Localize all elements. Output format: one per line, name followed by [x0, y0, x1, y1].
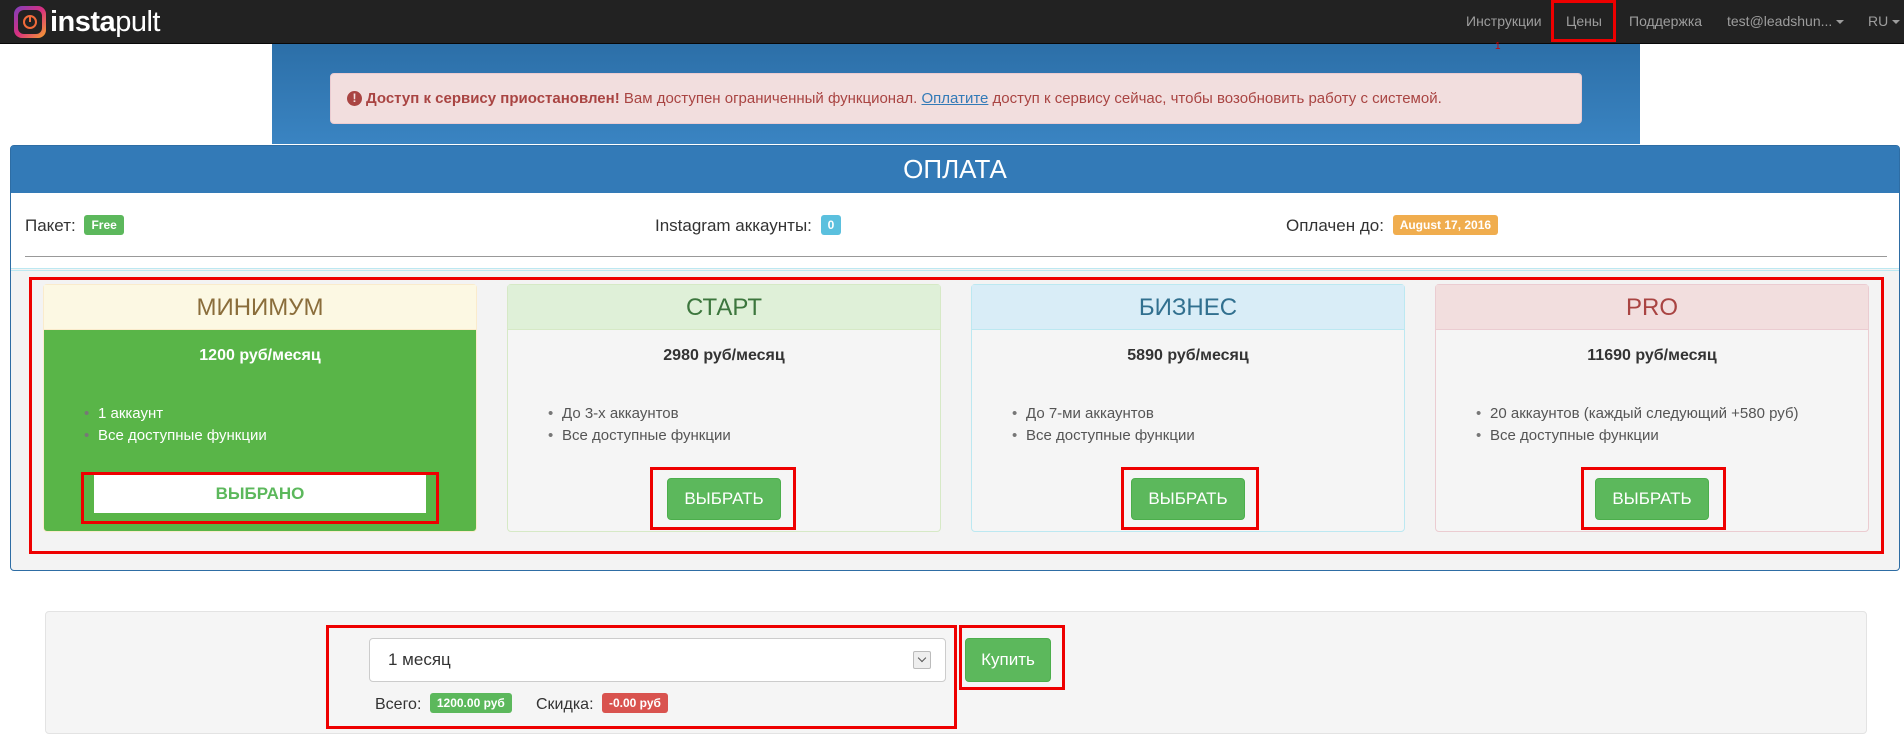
- panel-title: ОПЛАТА: [11, 146, 1899, 193]
- user-email: test@leadshun...: [1727, 13, 1833, 29]
- plan-price: 5890 руб/месяц: [1127, 347, 1249, 364]
- plan-card-pro: PRO 11690 руб/месяц 20 аккаунтов (каждый…: [1435, 284, 1869, 532]
- plan-name: PRO: [1436, 285, 1868, 330]
- alert-title: Доступ к сервису приостановлен!: [366, 90, 620, 107]
- plan-feature: Все доступные функции: [1476, 425, 1868, 447]
- plan-feature: Все доступные функции: [548, 425, 940, 447]
- language-label: RU: [1868, 13, 1889, 29]
- annotation-number: 1: [1495, 41, 1501, 52]
- suspension-alert: ! Доступ к сервису приостановлен! Вам дос…: [330, 73, 1582, 124]
- choose-business-button[interactable]: ВЫБРАТЬ: [1131, 478, 1245, 520]
- logo[interactable]: instapult: [14, 6, 160, 38]
- exclamation-circle-icon: !: [347, 91, 362, 106]
- plan-price: 1200 руб/месяц: [199, 347, 321, 364]
- plan-features: До 7-ми аккаунтов Все доступные функции: [972, 403, 1404, 447]
- plans-area: МИНИМУМ 1200 руб/месяц 1 аккаунт Все дос…: [11, 270, 1899, 570]
- total-badge: 1200.00 руб: [429, 693, 512, 713]
- accounts-info: Instagram аккаунты: 0: [655, 215, 842, 236]
- nav-instructions[interactable]: Инструкции: [1466, 0, 1542, 44]
- plan-name: СТАРТ: [508, 285, 940, 330]
- plan-feature: 1 аккаунт: [84, 403, 476, 425]
- discount-info: Скидка: -0.00 руб: [536, 693, 668, 714]
- plan-feature: Все доступные функции: [84, 425, 476, 447]
- period-select[interactable]: 1 месяц: [369, 638, 946, 682]
- paid-until-info: Оплачен до: August 17, 2016: [1286, 215, 1499, 236]
- buy-button[interactable]: Купить: [965, 638, 1051, 682]
- caret-down-icon: [1892, 20, 1901, 25]
- plan-feature: Все доступные функции: [1012, 425, 1404, 447]
- choose-start-button[interactable]: ВЫБРАТЬ: [667, 478, 781, 520]
- account-info: Пакет: Free Instagram аккаунты: 0 Оплаче…: [11, 193, 1899, 269]
- plan-feature: 20 аккаунтов (каждый следующий +580 руб): [1476, 403, 1868, 425]
- package-badge: Free: [84, 215, 124, 235]
- plan-feature: До 3-х аккаунтов: [548, 403, 940, 425]
- package-info: Пакет: Free: [25, 215, 124, 236]
- divider: [25, 256, 1887, 257]
- top-navbar: instapult Инструкции Цены Поддержка test…: [0, 0, 1904, 44]
- period-selected-value: 1 месяц: [388, 650, 451, 669]
- caret-down-icon: [1836, 20, 1845, 25]
- plan-price: 11690 руб/месяц: [1587, 347, 1717, 364]
- discount-badge: -0.00 руб: [601, 693, 668, 713]
- order-form: [45, 611, 1867, 734]
- plan-price: 2980 руб/месяц: [663, 347, 785, 364]
- choose-pro-button[interactable]: ВЫБРАТЬ: [1595, 478, 1709, 520]
- plan-card-minimum: МИНИМУМ 1200 руб/месяц 1 аккаунт Все дос…: [43, 284, 477, 532]
- selected-button[interactable]: ВЫБРАНО: [94, 475, 426, 513]
- plan-card-start: СТАРТ 2980 руб/месяц До 3-х аккаунтов Вс…: [507, 284, 941, 532]
- plan-name: БИЗНЕС: [972, 285, 1404, 330]
- payment-panel: ОПЛАТА Пакет: Free Instagram аккаунты: 0…: [10, 145, 1900, 571]
- total-info: Всего: 1200.00 руб: [375, 693, 512, 714]
- nav-prices[interactable]: Цены: [1566, 0, 1602, 44]
- plan-feature: До 7-ми аккаунтов: [1012, 403, 1404, 425]
- pay-now-link[interactable]: Оплатите: [922, 90, 989, 107]
- user-menu-dropdown[interactable]: test@leadshun...: [1727, 0, 1845, 44]
- plan-features: 1 аккаунт Все доступные функции: [44, 403, 476, 447]
- paid-until-badge: August 17, 2016: [1392, 215, 1499, 235]
- plan-card-business: БИЗНЕС 5890 руб/месяц До 7-ми аккаунтов …: [971, 284, 1405, 532]
- nav-support[interactable]: Поддержка: [1629, 0, 1702, 44]
- plan-name: МИНИМУМ: [44, 285, 476, 330]
- chevron-down-icon[interactable]: [913, 651, 931, 669]
- language-dropdown[interactable]: RU: [1868, 0, 1901, 44]
- logo-text: instapult: [50, 6, 160, 38]
- plan-features: 20 аккаунтов (каждый следующий +580 руб)…: [1436, 403, 1868, 447]
- instagram-logo-icon: [14, 6, 46, 38]
- plan-features: До 3-х аккаунтов Все доступные функции: [508, 403, 940, 447]
- accounts-badge: 0: [820, 215, 842, 235]
